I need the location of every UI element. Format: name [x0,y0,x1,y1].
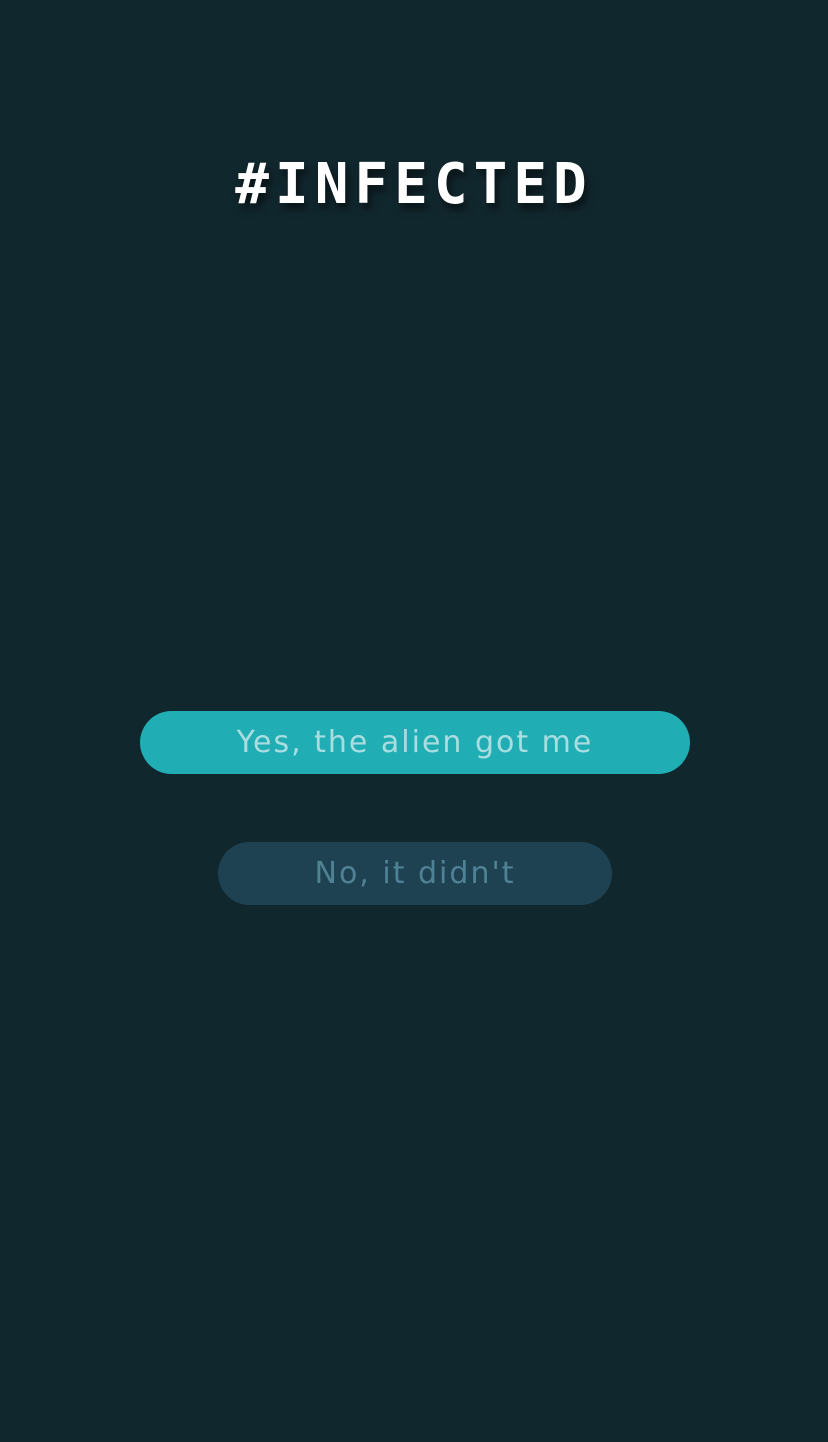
yes-infected-button[interactable]: Yes, the alien got me [140,711,690,774]
no-infected-button[interactable]: No, it didn't [218,842,612,905]
infected-screen: #INFECTED Yes, the alien got me No, it d… [0,0,828,1442]
page-title: #INFECTED [235,152,593,217]
